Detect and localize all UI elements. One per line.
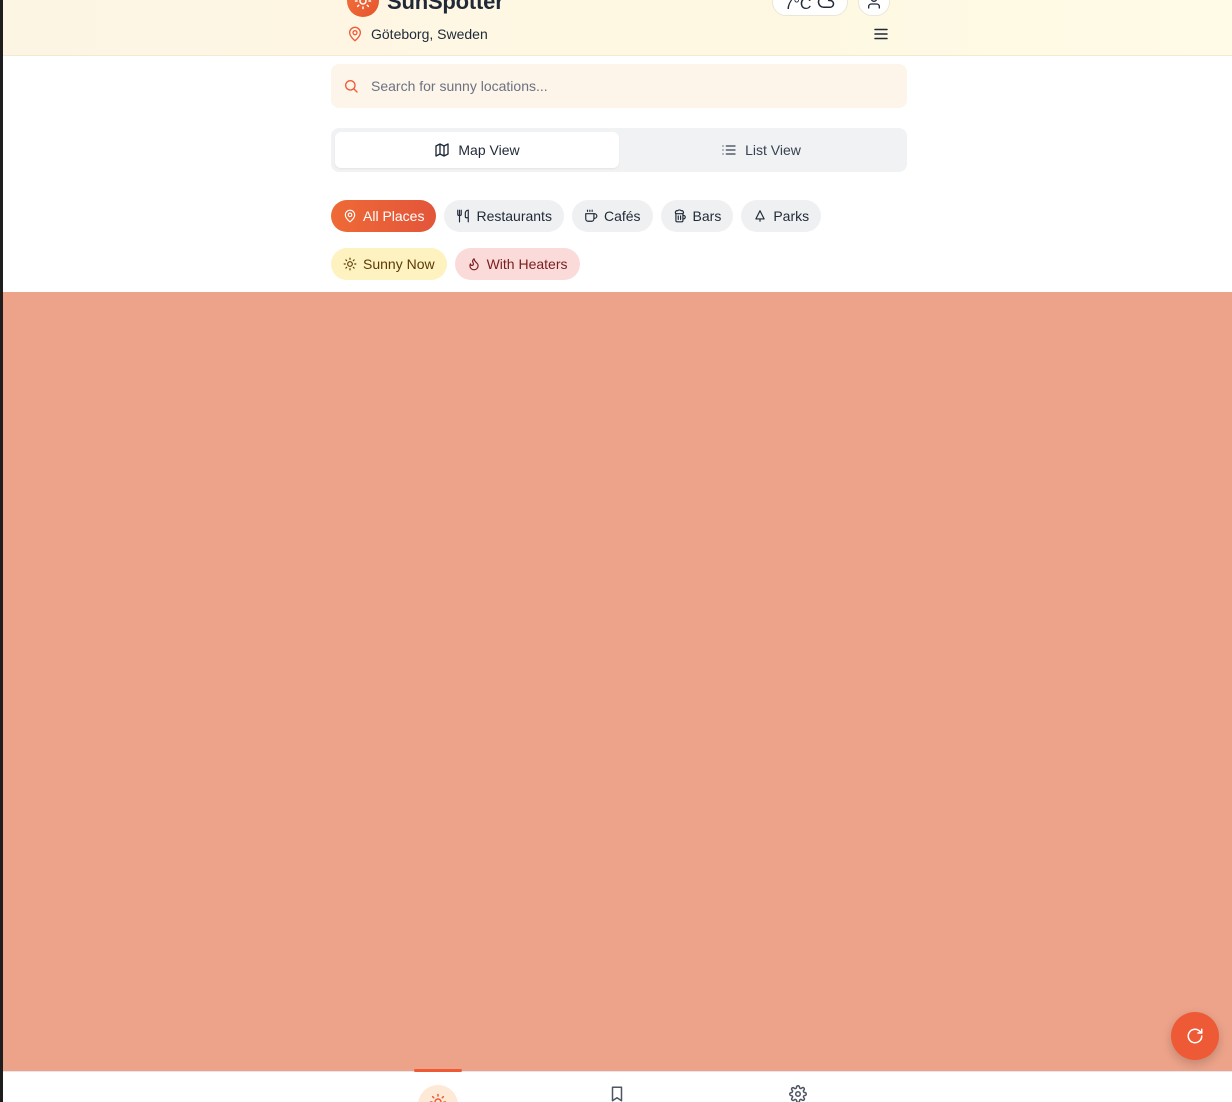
chip-label: Cafés bbox=[603, 208, 641, 224]
map-view-tab[interactable]: Map View bbox=[335, 132, 619, 168]
map-canvas[interactable] bbox=[3, 292, 1232, 1071]
category-filters: All Places Restaurants Cafés Bars Parks bbox=[331, 200, 822, 232]
beer-icon bbox=[674, 209, 686, 223]
search-icon bbox=[345, 80, 358, 93]
weather-pill[interactable]: 7°C bbox=[772, 0, 848, 16]
refresh-icon bbox=[1187, 1028, 1203, 1044]
chip-parks[interactable]: Parks bbox=[741, 200, 822, 232]
user-icon bbox=[868, 0, 880, 9]
condition-filters: Sunny Now With Heaters bbox=[331, 248, 580, 280]
view-toggle: Map View List View bbox=[331, 128, 907, 172]
chip-all-places[interactable]: All Places bbox=[331, 200, 437, 232]
logo bbox=[347, 0, 379, 17]
chip-label: Sunny Now bbox=[363, 256, 435, 272]
chip-with-heaters[interactable]: With Heaters bbox=[454, 248, 580, 280]
chip-label: Restaurants bbox=[476, 208, 552, 224]
map-pin-icon bbox=[344, 209, 356, 223]
search-input[interactable] bbox=[371, 78, 871, 94]
header: SunSpotter 7°C Göteborg, Sweden bbox=[3, 0, 1232, 56]
chip-restaurants[interactable]: Restaurants bbox=[444, 200, 564, 232]
tree-icon bbox=[755, 210, 765, 222]
location-label: Göteborg, Sweden bbox=[371, 26, 488, 42]
chip-cafes[interactable]: Cafés bbox=[571, 200, 653, 232]
chip-label: With Heaters bbox=[486, 256, 568, 272]
sun-icon bbox=[429, 1093, 447, 1102]
location-indicator[interactable]: Göteborg, Sweden bbox=[347, 25, 488, 43]
menu-button[interactable] bbox=[869, 24, 893, 44]
menu-icon bbox=[874, 28, 888, 40]
chip-label: Bars bbox=[692, 208, 722, 224]
sun-icon bbox=[354, 0, 372, 10]
refresh-button[interactable] bbox=[1171, 1012, 1219, 1060]
coffee-icon bbox=[585, 209, 598, 222]
chip-bars[interactable]: Bars bbox=[660, 200, 734, 232]
account-button[interactable] bbox=[858, 0, 890, 16]
chip-label: Parks bbox=[773, 208, 810, 224]
bookmark-icon bbox=[611, 1086, 623, 1102]
chip-sunny-now[interactable]: Sunny Now bbox=[331, 248, 447, 280]
list-icon bbox=[722, 145, 736, 155]
nav-item-saved[interactable] bbox=[608, 1085, 626, 1102]
map-pin-icon bbox=[349, 26, 361, 42]
gear-icon bbox=[789, 1085, 807, 1102]
map-view-label: Map View bbox=[458, 142, 520, 158]
flame-icon bbox=[468, 258, 479, 271]
temperature-value: 7°C bbox=[784, 0, 812, 13]
search-bar bbox=[331, 64, 907, 108]
utensils-icon bbox=[457, 209, 470, 223]
sun-icon bbox=[343, 257, 357, 271]
app-window: SunSpotter 7°C Göteborg, Sweden Search f… bbox=[3, 0, 1232, 1102]
map-icon bbox=[435, 143, 450, 157]
chip-label: All Places bbox=[363, 208, 425, 224]
active-tab-indicator bbox=[414, 1069, 462, 1072]
cloud-icon bbox=[818, 0, 835, 8]
nav-item-sunny[interactable] bbox=[418, 1085, 458, 1102]
list-view-tab[interactable]: List View bbox=[619, 132, 903, 168]
app-title: SunSpotter bbox=[387, 0, 504, 14]
list-view-label: List View bbox=[745, 142, 801, 158]
bottom-nav bbox=[3, 1069, 1232, 1102]
nav-item-settings[interactable] bbox=[789, 1085, 807, 1102]
